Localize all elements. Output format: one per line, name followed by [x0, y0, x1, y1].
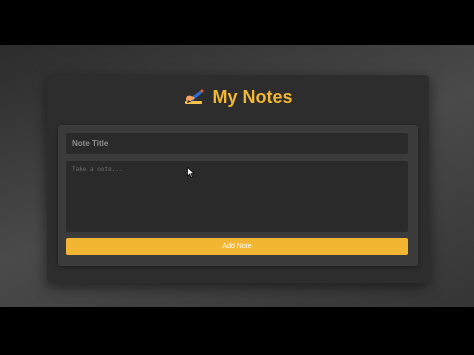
app-viewport: My Notes Add Note — [0, 45, 474, 307]
writing-hand-icon — [183, 87, 205, 107]
page-title: My Notes — [212, 87, 293, 107]
add-note-button[interactable]: Add Note — [66, 238, 408, 255]
mouse-pointer-icon — [187, 167, 195, 178]
note-form: Add Note — [58, 125, 418, 266]
header: My Notes — [47, 85, 429, 109]
note-body-textarea[interactable] — [66, 161, 408, 232]
note-title-input[interactable] — [66, 133, 408, 154]
notes-card: My Notes Add Note — [47, 75, 429, 283]
